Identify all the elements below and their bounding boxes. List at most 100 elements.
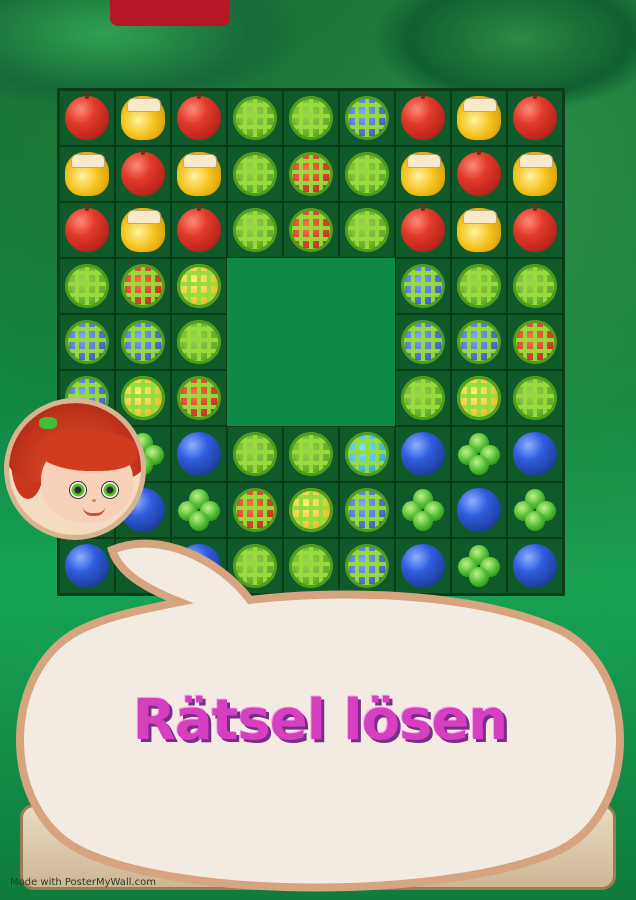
board-cell[interactable] xyxy=(451,202,507,258)
board-cell[interactable] xyxy=(227,426,283,482)
caged-fruit-icon xyxy=(233,96,277,140)
caged-fruit-icon xyxy=(289,432,333,476)
board-cell[interactable] xyxy=(59,258,115,314)
board-cell[interactable] xyxy=(507,258,563,314)
caged-fruit-icon xyxy=(65,264,109,308)
caged-fruit-icon xyxy=(289,208,333,252)
board-hole xyxy=(283,314,339,370)
board-cell[interactable] xyxy=(507,370,563,426)
caged-fruit-icon xyxy=(457,376,501,420)
apple-icon xyxy=(121,147,165,196)
caged-fruit-icon xyxy=(345,96,389,140)
caged-fruit-icon xyxy=(513,376,557,420)
caged-fruit-icon xyxy=(121,376,165,420)
board-cell[interactable] xyxy=(171,90,227,146)
board-cell[interactable] xyxy=(227,202,283,258)
left-eye xyxy=(69,481,87,499)
board-cell[interactable] xyxy=(59,314,115,370)
apple-icon xyxy=(513,203,557,252)
board-cell[interactable] xyxy=(339,90,395,146)
board-cell[interactable] xyxy=(451,146,507,202)
board-cell[interactable] xyxy=(451,426,507,482)
apple-icon xyxy=(457,147,501,196)
board-cell[interactable] xyxy=(395,258,451,314)
speech-bubble-text: Rätsel lösen xyxy=(132,688,509,753)
caged-fruit-icon xyxy=(177,264,221,308)
board-cell[interactable] xyxy=(115,146,171,202)
honey-icon xyxy=(513,152,557,196)
caged-fruit-icon xyxy=(457,264,501,308)
caged-fruit-icon xyxy=(401,376,445,420)
board-cell[interactable] xyxy=(451,370,507,426)
caged-fruit-icon xyxy=(345,152,389,196)
board-cell[interactable] xyxy=(227,146,283,202)
board-cell[interactable] xyxy=(339,202,395,258)
caged-fruit-icon xyxy=(513,264,557,308)
blueberry-icon xyxy=(401,432,445,476)
board-cell[interactable] xyxy=(507,90,563,146)
board-cell[interactable] xyxy=(171,314,227,370)
board-cell[interactable] xyxy=(339,146,395,202)
board-cell[interactable] xyxy=(507,146,563,202)
blueberry-icon xyxy=(177,432,221,476)
board-cell[interactable] xyxy=(507,426,563,482)
clover-icon xyxy=(457,432,501,476)
board-cell[interactable] xyxy=(283,426,339,482)
board-cell[interactable] xyxy=(171,202,227,258)
board-cell[interactable] xyxy=(171,370,227,426)
apple-icon xyxy=(65,203,109,252)
board-cell[interactable] xyxy=(283,146,339,202)
board-cell[interactable] xyxy=(507,202,563,258)
board-cell[interactable] xyxy=(395,314,451,370)
board-cell[interactable] xyxy=(115,202,171,258)
board-cell[interactable] xyxy=(395,202,451,258)
apple-icon xyxy=(401,91,445,140)
board-cell[interactable] xyxy=(59,146,115,202)
caged-fruit-icon xyxy=(65,320,109,364)
board-cell[interactable] xyxy=(339,426,395,482)
board-cell[interactable] xyxy=(395,426,451,482)
caged-fruit-icon xyxy=(345,208,389,252)
caged-fruit-icon xyxy=(177,376,221,420)
apple-icon xyxy=(177,203,221,252)
board-cell[interactable] xyxy=(227,90,283,146)
board-cell[interactable] xyxy=(171,146,227,202)
caged-fruit-icon xyxy=(233,152,277,196)
honey-icon xyxy=(457,208,501,252)
caged-fruit-icon xyxy=(121,264,165,308)
board-cell[interactable] xyxy=(115,90,171,146)
board-cell[interactable] xyxy=(59,90,115,146)
board-hole xyxy=(227,314,283,370)
apple-icon xyxy=(401,203,445,252)
board-cell[interactable] xyxy=(451,258,507,314)
board-cell[interactable] xyxy=(507,314,563,370)
board-cell[interactable] xyxy=(395,90,451,146)
board-cell[interactable] xyxy=(115,314,171,370)
board-cell[interactable] xyxy=(171,258,227,314)
board-cell[interactable] xyxy=(283,90,339,146)
board-cell[interactable] xyxy=(115,258,171,314)
caged-fruit-icon xyxy=(121,320,165,364)
caged-fruit-icon xyxy=(177,320,221,364)
board-cell[interactable] xyxy=(283,202,339,258)
caged-fruit-icon xyxy=(289,152,333,196)
board-hole xyxy=(227,258,283,314)
board-hole xyxy=(283,258,339,314)
board-cell[interactable] xyxy=(395,370,451,426)
blueberry-icon xyxy=(513,432,557,476)
board-cell[interactable] xyxy=(395,146,451,202)
apple-icon xyxy=(177,91,221,140)
board-cell[interactable] xyxy=(451,90,507,146)
right-eye xyxy=(101,481,119,499)
honey-icon xyxy=(457,96,501,140)
caged-fruit-icon xyxy=(289,96,333,140)
board-cell[interactable] xyxy=(171,426,227,482)
board-hole xyxy=(227,370,283,426)
board-cell[interactable] xyxy=(59,202,115,258)
character-avatar xyxy=(4,398,146,540)
apple-icon xyxy=(65,91,109,140)
caged-fruit-icon xyxy=(233,208,277,252)
nose xyxy=(92,499,96,502)
board-cell[interactable] xyxy=(451,314,507,370)
caged-fruit-icon xyxy=(345,432,389,476)
